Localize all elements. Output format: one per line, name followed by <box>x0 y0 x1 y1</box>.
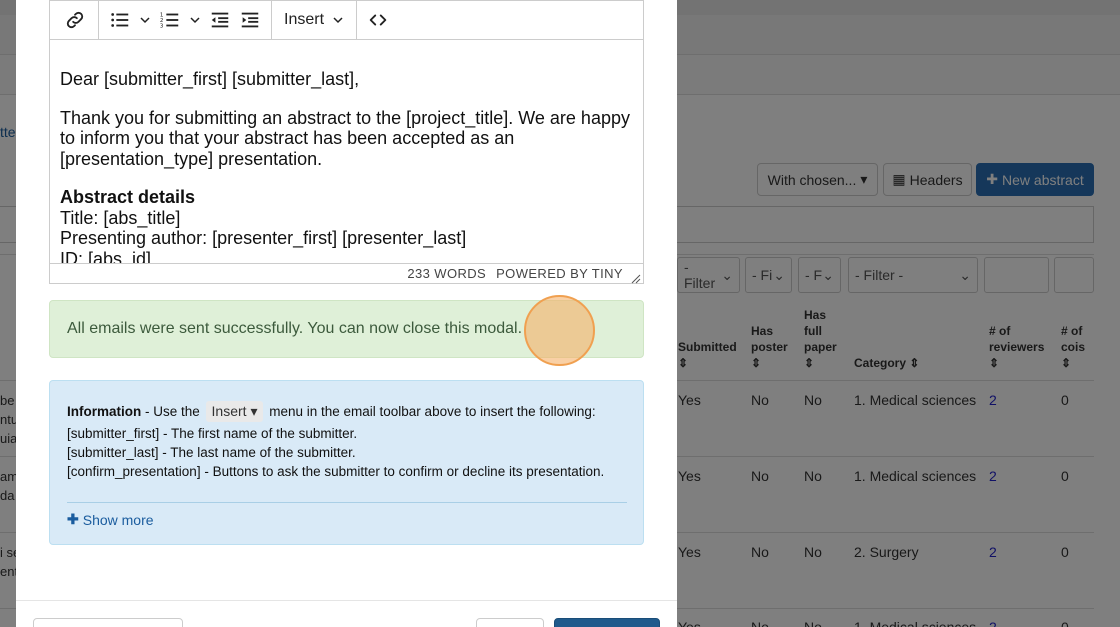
caret-down-icon: ▾ <box>250 403 258 419</box>
chevron-down-icon <box>332 14 344 26</box>
info-intro: Information - Use the Insert ▾ menu in t… <box>67 401 626 422</box>
email-paragraph: Thank you for submitting an abstract to … <box>60 107 630 169</box>
info-divider <box>67 502 627 503</box>
toolbar-group-insert: Insert <box>272 0 358 40</box>
toolbar-group-link <box>50 0 99 40</box>
powered-by[interactable]: POWERED BY TINY <box>496 266 623 281</box>
info-alert: Information - Use the Insert ▾ menu in t… <box>49 380 644 545</box>
resize-handle-icon[interactable] <box>631 271 641 284</box>
bullet-list-icon[interactable] <box>105 5 135 35</box>
details-heading: Abstract details <box>60 187 196 207</box>
detail-title: Title: [abs_title] <box>60 207 181 228</box>
email-editor: 123 Insert Dear [submitter_first] [submi… <box>49 0 644 284</box>
toolbar-group-code <box>357 1 399 40</box>
insert-menu-button[interactable]: Insert <box>276 11 352 29</box>
detail-author: Presenting author: [presenter_first] [pr… <box>60 228 467 248</box>
info-item: [confirm_presentation] - Buttons to ask … <box>67 464 605 479</box>
numbered-list-icon[interactable]: 123 <box>155 5 185 35</box>
chevron-down-icon[interactable] <box>135 5 155 35</box>
info-intro-post: menu in the email toolbar above to inser… <box>265 404 596 419</box>
plus-icon: ✚ <box>67 511 79 527</box>
outdent-icon[interactable] <box>205 5 235 35</box>
editor-toolbar: 123 Insert <box>50 0 643 40</box>
link-icon[interactable] <box>60 5 90 35</box>
source-code-icon[interactable] <box>363 5 393 35</box>
show-more-label: Show more <box>82 511 154 528</box>
svg-text:3: 3 <box>160 23 164 29</box>
show-more-link[interactable]: ✚ Show more <box>67 511 154 528</box>
editor-statusbar: 233 WORDS POWERED BY TINY <box>50 263 643 283</box>
success-message: All emails were sent successfully. You c… <box>67 320 523 337</box>
info-item: [submitter_first] - The first name of th… <box>67 426 358 441</box>
indent-icon[interactable] <box>235 5 265 35</box>
info-item: [submitter_last] - The last name of the … <box>67 445 356 460</box>
footer-button-left[interactable] <box>33 618 183 627</box>
detail-id: ID: [abs_id] <box>60 248 152 264</box>
email-greeting: Dear [submitter_first] [submitter_last], <box>60 69 360 89</box>
modal-footer-divider <box>16 600 677 601</box>
footer-button-middle[interactable] <box>476 618 544 627</box>
footer-button-primary[interactable] <box>554 618 660 627</box>
editor-content[interactable]: Dear [submitter_first] [submitter_last],… <box>60 69 630 263</box>
word-count[interactable]: 233 WORDS <box>407 266 486 281</box>
insert-label: Insert <box>284 11 325 28</box>
info-label: Information <box>67 404 142 419</box>
insert-reference-label: Insert <box>211 403 247 419</box>
info-intro-pre: - Use the <box>141 404 204 419</box>
insert-reference: Insert ▾ <box>205 401 264 422</box>
chevron-down-icon[interactable] <box>185 5 205 35</box>
toolbar-group-lists: 123 <box>99 0 272 40</box>
click-indicator <box>524 295 595 366</box>
